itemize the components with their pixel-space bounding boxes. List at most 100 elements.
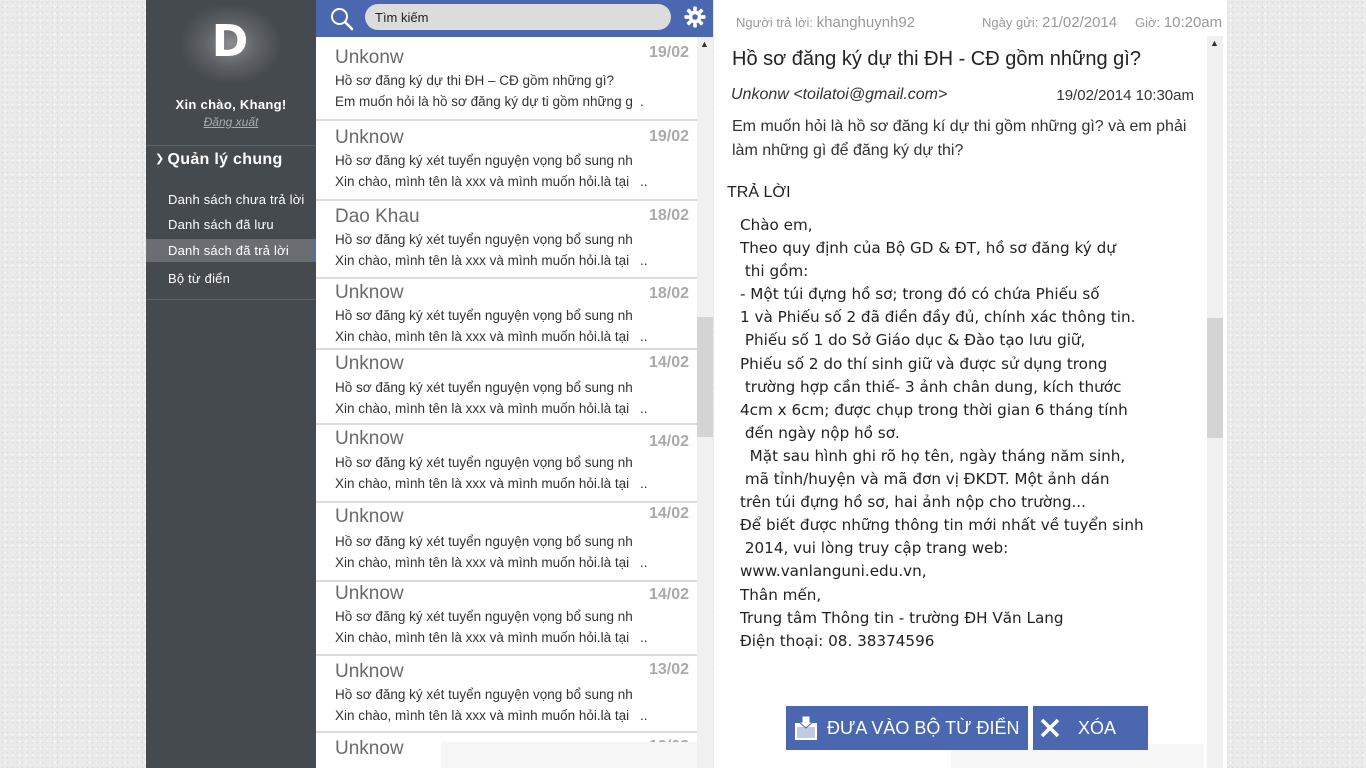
add-to-dictionary-label: ĐƯA VÀO BỘ TỪ ĐIỂN (827, 718, 1020, 738)
list-item-date: 18/02 (648, 285, 689, 302)
add-to-dictionary-button[interactable]: ĐƯA VÀO BỘ TỪ ĐIỂN (786, 706, 1028, 750)
logo-area: D (146, 0, 316, 96)
list-item-ellipsis: .. (640, 708, 648, 723)
list-item-ellipsis: .. (640, 329, 648, 344)
delete-label: XÓA (1078, 718, 1117, 738)
scrollbar-thumb[interactable] (697, 317, 713, 437)
list-item-date: 14/02 (648, 433, 689, 450)
list-item-preview: Xin chào, mình tên là xxx và mình muốn h… (335, 476, 630, 491)
list-item[interactable]: Unknow 14/02 Hồ sơ đăng ký xét tuyển ngu… (316, 582, 697, 656)
gear-icon[interactable] (684, 6, 706, 28)
list-item-sender: Unknow (335, 353, 404, 374)
list-footer-overlay (441, 742, 697, 768)
scroll-up-icon[interactable]: ▲ (700, 39, 709, 49)
list-item-date: 13/02 (648, 661, 689, 678)
reply-heading: TRẢ LỜI (727, 184, 791, 201)
message-list: Unkonw 19/02 Hồ sơ đăng ký dự thi ĐH – C… (316, 37, 697, 768)
sent-date-value: 21/02/2014 (1042, 14, 1118, 31)
reply-line: Theo quy định của Bộ GD & ĐT, hồ sơ đăng… (740, 239, 1116, 258)
sidebar-item-saved[interactable]: Danh sách đã lưu (146, 213, 316, 236)
reply-line: 1 và Phiếu số 2 đã điền đầy đủ, chính xá… (740, 308, 1136, 327)
list-item-sender: Unknow (335, 583, 404, 604)
list-item-sender: Unknow (335, 738, 404, 759)
search-input[interactable] (365, 4, 671, 30)
divider (146, 299, 316, 300)
replier-value: khanghuynh92 (816, 14, 916, 31)
replier-label: Người trả lời: (736, 15, 814, 30)
list-item-subject: Hồ sơ đăng ký xét tuyển nguyện vọng bổ s… (335, 534, 633, 549)
sidebar: D Xin chào, Khang! Đăng xuất ❯ Quản lý ch… (146, 0, 316, 768)
list-item-subject: Hồ sơ đăng ký xét tuyển nguyện vọng bổ s… (335, 609, 633, 624)
reply-line: thi gồm: (740, 262, 809, 281)
list-item[interactable]: Unknow 14/02 Hồ sơ đăng ký xét tuyển ngu… (316, 425, 697, 503)
section-title[interactable]: ❯ Quản lý chung (155, 151, 283, 169)
sidebar-item-dictionary[interactable]: Bộ từ điển (146, 267, 316, 290)
list-item-date: 14/02 (648, 354, 689, 371)
sent-date-label: Ngày gửi: (982, 15, 1039, 30)
list-item-date: 19/02 (648, 128, 689, 145)
replier-meta: Người trả lời: khanghuynh92 (736, 14, 915, 31)
scrollbar-thumb[interactable] (1207, 318, 1223, 438)
list-item-preview: Xin chào, mình tên là xxx và mình muốn h… (335, 630, 630, 645)
reply-line: mã tỉnh/huyện và mã đơn vị ĐKDT. Một ảnh… (740, 470, 1110, 489)
list-item-preview: Xin chào, mình tên là xxx và mình muốn h… (335, 253, 630, 268)
list-item-ellipsis: .. (640, 174, 648, 189)
list-item[interactable]: Unknow 19/02 Hồ sơ đăng ký xét tuyển ngu… (316, 121, 697, 201)
list-item-sender: Unknow (335, 127, 404, 148)
time-meta: Giờ: 10:20am (1135, 14, 1222, 31)
chevron-down-icon: ❯ (155, 153, 165, 165)
dictionary-icon (795, 715, 817, 740)
reply-line: Chào em, (740, 216, 813, 234)
logo-letter: D (211, 16, 249, 67)
list-item[interactable]: Unknow 14/02 Hồ sơ đăng ký xét tuyển ngu… (316, 503, 697, 582)
message-detail-panel: Người trả lời: khanghuynh92 Ngày gửi: 21… (714, 0, 1227, 768)
reply-line: Điện thoại: 08. 38374596 (740, 631, 935, 650)
search-icon[interactable] (330, 7, 354, 31)
divider (146, 145, 316, 146)
sidebar-item-answered[interactable]: Danh sách đã trả lời (146, 239, 316, 262)
list-item-date: 14/02 (648, 586, 689, 603)
list-item-sender: Unkonw (335, 47, 404, 68)
section-title-label: Quản lý chung (167, 151, 283, 168)
detail-scrollbar[interactable]: ▲ (1207, 36, 1223, 768)
sidebar-item-unanswered[interactable]: Danh sách chưa trả lời (146, 188, 316, 211)
reply-body: Chào em, Theo quy định của Bộ GD & ĐT, h… (740, 214, 1200, 653)
scroll-up-icon[interactable]: ▲ (1210, 38, 1219, 48)
list-item-preview: Xin chào, mình tên là xxx và mình muốn h… (335, 174, 630, 189)
logout-link[interactable]: Đăng xuất (146, 115, 316, 129)
message-sender: Unkonw <toilatoi@gmail.com> (731, 86, 948, 103)
message-title: Hồ sơ đăng ký dự thi ĐH - CĐ gồm những g… (732, 48, 1141, 70)
list-scrollbar[interactable]: ▲ (697, 37, 713, 768)
list-item-ellipsis: .. (640, 630, 648, 645)
list-item[interactable]: Unknow 14/02 Hồ sơ đăng ký xét tuyển ngu… (316, 350, 697, 425)
reply-line: Mặt sau hình ghi rõ họ tên, ngày tháng n… (740, 446, 1126, 465)
reply-line: 4cm x 6cm; được chụp trong thời gian 6 t… (740, 400, 1128, 419)
list-item-sender: Unknow (335, 282, 404, 303)
delete-button[interactable]: XÓA (1033, 706, 1148, 750)
close-icon (1040, 718, 1060, 738)
reply-line: đến ngày nộp hồ sơ. (740, 423, 900, 442)
sent-date-meta: Ngày gửi: 21/02/2014 (982, 14, 1117, 31)
list-item-ellipsis: .. (640, 476, 648, 491)
list-item[interactable]: Unknow 18/02 Hồ sơ đăng ký xét tuyển ngu… (316, 279, 697, 350)
greeting: Xin chào, Khang! (175, 97, 287, 112)
list-item-sender: Unknow (335, 506, 404, 527)
list-item-sender: Unknow (335, 661, 404, 682)
list-item-date: 18/02 (648, 207, 689, 224)
list-item-sender: Dao Khau (335, 206, 420, 227)
list-item[interactable]: Unknow 13/02 Hồ sơ đăng ký xét tuyển ngu… (316, 656, 697, 733)
reply-line: Để biết được những thông tin mới nhất về… (740, 516, 1144, 535)
reply-line: 2014, vui lòng truy cập trang web: (740, 539, 1009, 558)
list-item-preview: Xin chào, mình tên là xxx và mình muốn h… (335, 555, 630, 570)
list-item-subject: Hồ sơ đăng ký xét tuyển nguyện vọng bổ s… (335, 380, 633, 395)
message-datetime: 19/02/2014 10:30am (1056, 87, 1194, 104)
list-item-preview: Xin chào, mình tên là xxx và mình muốn h… (335, 708, 630, 723)
list-item[interactable]: Dao Khau 18/02 Hồ sơ đăng ký xét tuyển n… (316, 201, 697, 279)
message-list-panel: Unkonw 19/02 Hồ sơ đăng ký dự thi ĐH – C… (316, 0, 713, 768)
reply-line: trên túi đựng hồ sơ, hai ảnh nộp cho trư… (740, 493, 1086, 512)
list-item-subject: Hồ sơ đăng ký xét tuyển nguyện vọng bổ s… (335, 308, 633, 323)
time-label: Giờ: (1135, 15, 1161, 30)
list-item-ellipsis: . (640, 94, 644, 109)
reply-line: trường hợp cần thiế- 3 ảnh chân dung, kí… (740, 377, 1122, 396)
list-item[interactable]: Unkonw 19/02 Hồ sơ đăng ký dự thi ĐH – C… (316, 37, 697, 121)
